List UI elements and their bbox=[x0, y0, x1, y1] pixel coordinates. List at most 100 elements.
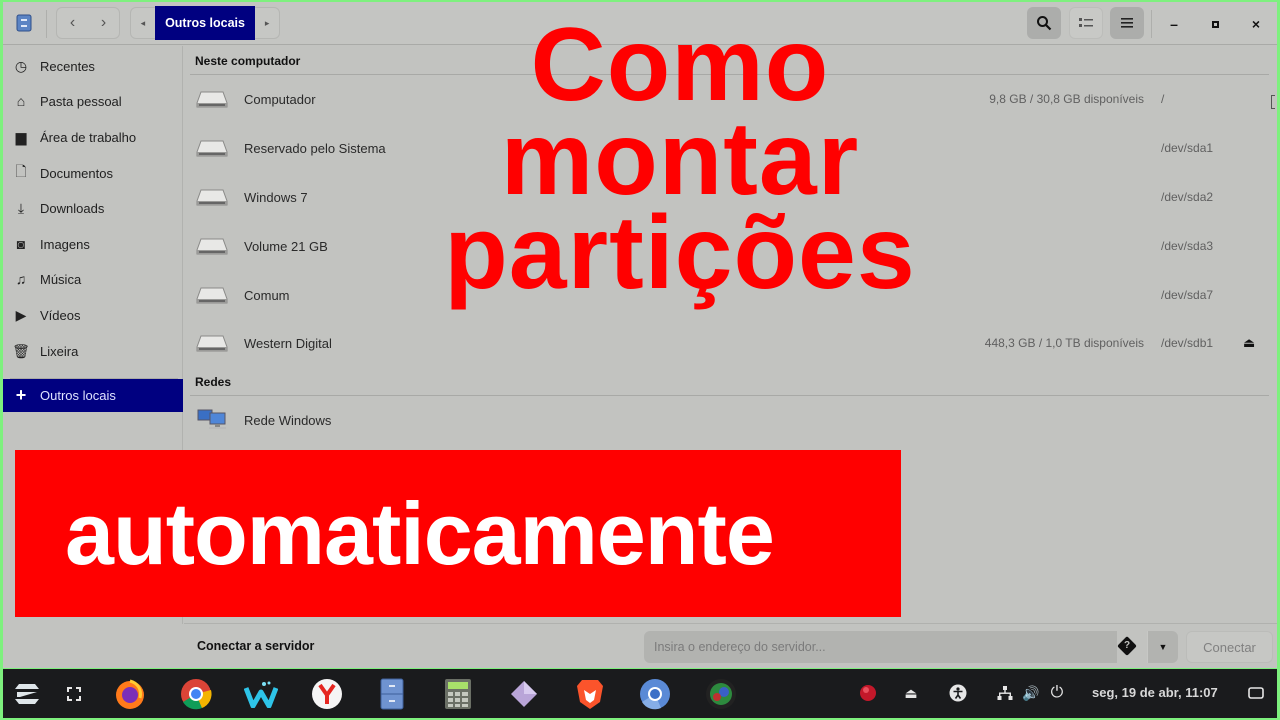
maximize-button[interactable] bbox=[1203, 12, 1227, 36]
section-header-computer: Neste computador bbox=[195, 54, 301, 68]
tray-eject-button[interactable]: ⏏ bbox=[901, 683, 921, 703]
firefox-icon bbox=[116, 679, 144, 709]
drive-row[interactable]: Western Digital 448,3 GB / 1,0 TB dispon… bbox=[184, 319, 1277, 367]
hard-drive-icon bbox=[196, 335, 228, 352]
sidebar-item-label: Recentes bbox=[40, 58, 95, 74]
overlay-title-line: montar bbox=[500, 101, 860, 217]
chromium-icon bbox=[640, 679, 670, 710]
view-toggle-button[interactable] bbox=[1069, 7, 1103, 39]
connect-button[interactable]: Conectar bbox=[1186, 631, 1273, 663]
sidebar-item-lixeira[interactable]: 🗑 Lixeira bbox=[3, 334, 183, 368]
files-icon bbox=[380, 678, 404, 710]
network-status-button[interactable] bbox=[995, 683, 1015, 703]
help-glyph: ? bbox=[1123, 640, 1131, 651]
volume-button[interactable]: 🔊 bbox=[1021, 683, 1041, 703]
overlay-banner-text: automaticamente bbox=[65, 483, 775, 583]
sidebar-item-downloads[interactable]: ⤓ Downloads bbox=[3, 191, 183, 225]
waterfox-launcher[interactable] bbox=[244, 677, 278, 711]
record-icon bbox=[860, 685, 876, 701]
show-desktop-button[interactable] bbox=[1246, 683, 1266, 703]
sidebar-item-musica[interactable]: ♫ Música bbox=[3, 262, 183, 296]
drive-space: 9,8 GB / 30,8 GB disponíveis bbox=[989, 92, 1144, 106]
network-computers-icon bbox=[197, 409, 226, 429]
sidebar-item-videos[interactable]: ▶ Vídeos bbox=[3, 298, 183, 332]
network-row[interactable]: Rede Windows bbox=[184, 396, 1277, 444]
drive-name: Comum bbox=[244, 287, 290, 303]
accessibility-button[interactable] bbox=[948, 683, 968, 703]
path-scroll-right-button[interactable]: ▸ bbox=[255, 18, 279, 29]
minimize-button[interactable]: – bbox=[1162, 12, 1186, 36]
show-desktop-icon bbox=[1248, 687, 1264, 699]
music-icon: ♫ bbox=[15, 271, 27, 287]
navigation-buttons: ‹ › bbox=[56, 7, 120, 39]
help-icon[interactable]: ? bbox=[1117, 636, 1137, 656]
overlay-title-line: partições bbox=[444, 195, 916, 311]
clock[interactable]: seg, 19 de abr, 11:07 bbox=[1092, 685, 1218, 700]
record-button[interactable] bbox=[858, 683, 878, 703]
drive-mount: /dev/sda3 bbox=[1161, 239, 1214, 253]
diamond-app-launcher[interactable] bbox=[507, 677, 541, 711]
path-scroll-left-button[interactable]: ◂ bbox=[131, 18, 155, 29]
drive-name: Western Digital bbox=[244, 335, 332, 351]
hard-drive-icon bbox=[196, 287, 228, 304]
main-menu-button[interactable] bbox=[1110, 7, 1144, 39]
drive-mount: /dev/sda1 bbox=[1161, 141, 1214, 155]
drive-space: 448,3 GB / 1,0 TB disponíveis bbox=[984, 336, 1144, 350]
file-manager-icon bbox=[13, 7, 35, 39]
connect-to-server-label: Conectar a servidor bbox=[197, 639, 315, 653]
server-address-input[interactable] bbox=[644, 631, 1117, 663]
path-bar: ◂ Outros locais ▸ bbox=[130, 5, 280, 40]
zorin-menu-icon bbox=[15, 684, 39, 704]
download-icon: ⤓ bbox=[17, 199, 25, 216]
brave-icon bbox=[577, 680, 603, 709]
hard-drive-icon bbox=[196, 140, 228, 157]
section-header-networks: Redes bbox=[195, 375, 232, 389]
close-button[interactable]: × bbox=[1244, 12, 1268, 36]
sidebar-item-area-de-trabalho[interactable]: ▆ Área de trabalho bbox=[3, 120, 183, 154]
scrollbar[interactable] bbox=[1271, 95, 1275, 109]
eject-button[interactable]: ⏏ bbox=[1243, 335, 1255, 351]
globe-app-icon bbox=[706, 679, 736, 709]
firefox-launcher[interactable] bbox=[113, 677, 147, 711]
hard-drive-icon bbox=[196, 91, 228, 108]
chromium-launcher[interactable] bbox=[638, 677, 672, 711]
recent-servers-dropdown[interactable]: ▼ bbox=[1147, 631, 1178, 663]
overlay-title: Como montar partições bbox=[395, 7, 965, 311]
network-icon bbox=[997, 686, 1013, 700]
calculator-launcher[interactable] bbox=[441, 677, 475, 711]
connect-to-server-bar: Conectar a servidor ? ▼ Conectar bbox=[184, 623, 1277, 668]
document-icon: 🗋 bbox=[15, 163, 27, 179]
brave-launcher[interactable] bbox=[573, 677, 607, 711]
chrome-icon bbox=[181, 679, 212, 710]
sidebar-item-label: Imagens bbox=[40, 236, 90, 252]
sidebar-item-documentos[interactable]: 🗋 Documentos bbox=[3, 156, 183, 190]
forward-button[interactable]: › bbox=[88, 14, 119, 32]
hard-drive-icon bbox=[196, 238, 228, 255]
files-launcher[interactable] bbox=[375, 677, 409, 711]
overlay-title-line: Como bbox=[530, 7, 830, 123]
sidebar-item-recentes[interactable]: ◷ Recentes bbox=[3, 49, 183, 83]
drive-mount: /dev/sda2 bbox=[1161, 190, 1214, 204]
search-button[interactable] bbox=[1027, 7, 1061, 39]
path-current-location[interactable]: Outros locais bbox=[154, 5, 256, 40]
plus-icon: + bbox=[15, 385, 27, 405]
sidebar-item-outros-locais[interactable]: + Outros locais bbox=[3, 379, 183, 412]
power-button[interactable]: ⏻ bbox=[1047, 683, 1067, 703]
drive-name: Reservado pelo Sistema bbox=[244, 140, 386, 156]
home-icon: ⌂ bbox=[16, 93, 26, 109]
sidebar-item-label: Área de trabalho bbox=[40, 129, 137, 145]
sidebar-item-imagens[interactable]: ◙ Imagens bbox=[3, 227, 183, 261]
search-icon bbox=[1037, 16, 1052, 31]
yandex-browser-launcher[interactable] bbox=[310, 677, 344, 711]
zorin-menu-button[interactable] bbox=[10, 677, 44, 711]
hard-drive-icon bbox=[196, 189, 228, 206]
workspaces-icon bbox=[67, 687, 81, 701]
workspaces-button[interactable] bbox=[57, 677, 91, 711]
back-button[interactable]: ‹ bbox=[57, 14, 88, 32]
drive-mount: /dev/sdb1 bbox=[1161, 336, 1214, 350]
chrome-launcher[interactable] bbox=[179, 677, 213, 711]
drive-name: Computador bbox=[244, 91, 316, 107]
globe-app-launcher[interactable] bbox=[704, 677, 738, 711]
sidebar-item-pasta-pessoal[interactable]: ⌂ Pasta pessoal bbox=[3, 84, 183, 118]
diamond-app-icon bbox=[511, 681, 537, 707]
